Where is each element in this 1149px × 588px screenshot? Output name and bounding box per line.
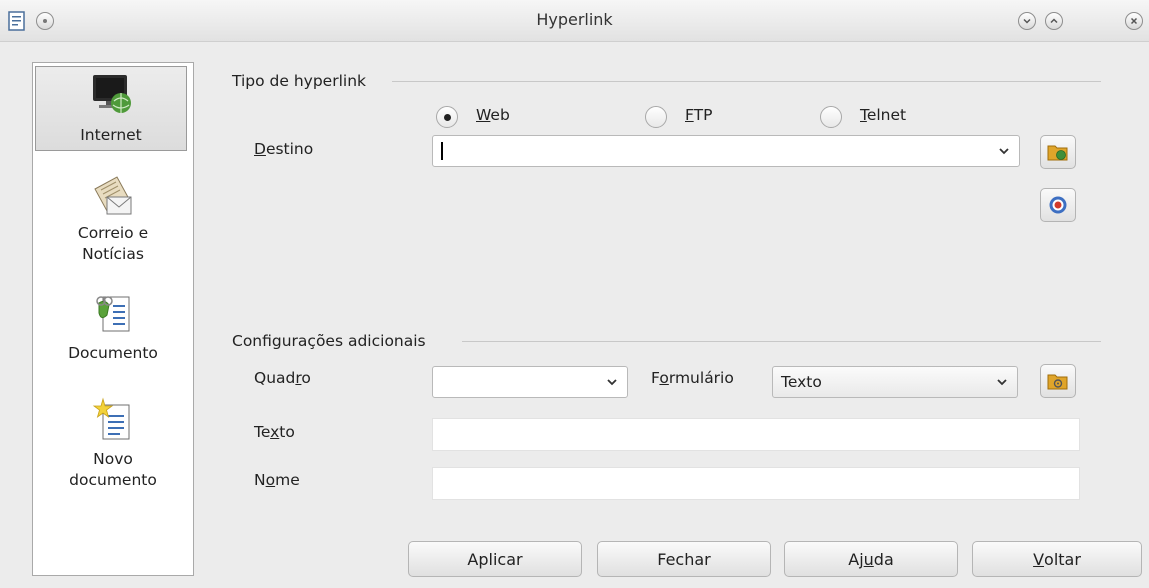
maximize-icon[interactable] [1045,12,1063,30]
target-in-document-button[interactable] [1040,188,1076,222]
category-label: Novo documento [69,450,157,489]
hyperlink-category-list: Internet Correio e Notícias Documento No… [32,62,194,576]
category-label: Internet [80,126,142,144]
text-label: Texto [254,423,295,441]
chevron-down-icon [997,379,1007,386]
frame-label: Quadro [254,369,311,387]
apply-button[interactable]: Aplicar [408,541,582,577]
name-label: Nome [254,471,300,489]
events-button[interactable] [1040,364,1076,398]
category-label: Documento [68,344,158,362]
back-button[interactable]: Voltar [972,541,1142,577]
close-icon[interactable] [1125,12,1143,30]
chevron-down-icon [999,148,1009,155]
additional-settings-heading: Configurações adicionais [232,332,426,350]
title-bar: Hyperlink [0,0,1149,42]
frame-combobox[interactable] [432,366,628,398]
target-label: Destino [254,140,314,158]
radio-telnet[interactable] [820,106,842,128]
category-document[interactable]: Documento [33,291,193,371]
radio-web-label[interactable]: Web [476,106,510,124]
form-type-select[interactable]: Texto [772,366,1018,398]
document-link-icon [89,293,137,343]
radio-telnet-label[interactable]: Telnet [860,106,906,124]
hyperlink-type-heading: Tipo de hyperlink [232,72,367,90]
target-icon [1049,196,1067,214]
category-internet[interactable]: Internet [35,66,187,151]
text-input[interactable] [432,418,1080,451]
group-divider [462,341,1101,342]
target-url-combobox[interactable] [432,135,1020,167]
open-file-button[interactable] [1040,135,1076,169]
new-document-icon [89,397,137,449]
form-type-value: Texto [781,373,822,391]
category-mail-news[interactable]: Correio e Notícias [33,173,193,281]
folder-gear-icon [1047,374,1068,390]
folder-globe-icon [1047,145,1068,161]
radio-web[interactable] [436,106,458,128]
name-input[interactable] [432,467,1080,500]
category-new-document[interactable]: Novo documento [33,395,193,505]
chevron-down-icon [607,379,617,386]
text-cursor [441,142,443,160]
window-title: Hyperlink [536,10,613,29]
minimize-icon[interactable] [1018,12,1036,30]
form-label: Formulário [651,369,734,387]
mail-news-icon [89,175,137,225]
radio-ftp-label[interactable]: FTP [685,106,712,124]
internet-globe-icon [87,73,135,123]
close-button[interactable]: Fechar [597,541,771,577]
help-button[interactable]: Aj u da [784,541,958,577]
group-divider [392,81,1101,82]
category-label: Correio e Notícias [77,224,149,263]
radio-ftp[interactable] [645,106,667,128]
